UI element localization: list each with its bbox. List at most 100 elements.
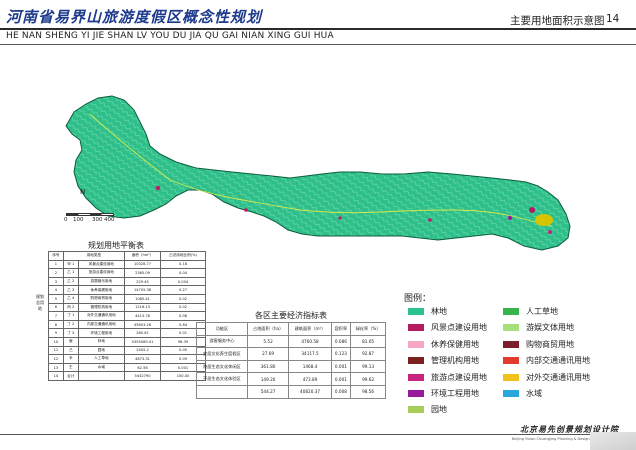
table-cell: 旅游点建设用地 <box>77 268 125 278</box>
table-header: 绿化率（%） <box>350 322 386 336</box>
table-cell: 辛 <box>62 354 79 364</box>
table-cell: 0.18 <box>160 259 206 270</box>
table-header: 用地类型 <box>62 251 125 261</box>
table-row: 13 壬水域 62.56 0.001 <box>48 362 206 373</box>
legend-swatch <box>408 340 424 348</box>
legend-label: 风景点建设用地 <box>431 323 487 333</box>
table-cell: 62.56 <box>123 362 162 373</box>
table-header: 功能区 <box>196 322 248 336</box>
table-cell: 管理机构用地 <box>77 302 125 313</box>
table-cell: 0.02 <box>160 302 206 313</box>
scale-label: 300 <box>92 217 103 223</box>
legend-label: 水域 <box>526 389 542 398</box>
table-cell: 10328.77 <box>123 259 162 270</box>
legend-item: 休养保健用地 <box>408 339 479 350</box>
table-row: 7丁 1 对外交通通讯用地 4413.78 0.08 <box>48 311 206 321</box>
table-cell: 5 <box>48 293 64 304</box>
map-terrain <box>65 95 571 251</box>
legend-swatch <box>503 340 519 348</box>
table-cell: 99.62 <box>350 372 386 386</box>
page: 河南省易界山旅游度假区概念性规划 主要用地面积示意图 14 HE NAN SHE… <box>0 0 636 450</box>
table-cell: 0.08 <box>160 311 206 321</box>
table-cell: 0.04 <box>160 268 206 278</box>
legend-item: 园地 <box>408 404 447 415</box>
legend-item: 购物商贸用地 <box>503 339 574 350</box>
legend-item: 风景点建设用地 <box>408 322 487 333</box>
scale-label: 400 <box>104 217 115 223</box>
table-cell: 乙 2 <box>62 276 79 287</box>
legend-swatch <box>408 406 424 414</box>
table-cell: 361.80 <box>246 359 290 374</box>
table-cell: 5442790 <box>123 371 162 381</box>
map-poi <box>338 216 342 220</box>
legend-swatch <box>408 308 424 315</box>
land-balance-table: 序号 用地类型 面积（hm²） 占总用地比例(%) 1甲 1 风景点建设用地 103… <box>48 251 206 381</box>
legend-label: 内部交通通讯用地 <box>526 356 590 366</box>
table-cell: 2365.09 <box>123 268 162 278</box>
table-cell: 0.001 <box>330 359 352 374</box>
table-cell: 乙 1 <box>62 268 79 278</box>
table-row: 4乙 3 休养保健用地 14705.38 0.27 <box>48 285 206 295</box>
table-header-row: 序号 用地类型 面积（hm²） 占总用地比例(%) <box>48 251 206 261</box>
legend-label: 休养保健用地 <box>431 339 479 349</box>
table-header: 建筑面积（m²） <box>288 322 332 336</box>
table-cell: 庚 <box>62 336 79 347</box>
table-cell: 1216.13 <box>123 302 162 313</box>
map-reservoir <box>535 214 553 226</box>
legend-swatch <box>503 324 519 332</box>
table-row: 不居生态文化体验区 149.26 473.89 0.001 99.62 <box>196 372 386 386</box>
legend-item: 旅游点建设用地 <box>408 372 487 383</box>
table-row: 9丁 3 环境工程用地 280.61 0.01 <box>48 328 206 338</box>
legend-swatch <box>408 390 424 397</box>
table-cell: 林地 <box>77 336 125 347</box>
table-row: 8丁 2 内部交通通讯用地 45603.26 0.84 <box>48 319 206 330</box>
legend-swatch <box>503 390 519 397</box>
table-row: 游客服务中心 5.52 4760.58 0.086 81.05 <box>196 334 386 349</box>
legend-swatch <box>503 373 519 381</box>
legend-item: 内部交通通讯用地 <box>503 355 590 366</box>
table-row: 安居文化养生度假区 27.69 34117.5 0.123 92.87 <box>196 347 386 361</box>
pinyin-title: HE NAN SHENG YI JIE SHAN LV YOU DU JIA Q… <box>6 31 334 41</box>
table-row: 10 庚林地 5355089.41 98.39 <box>48 336 206 347</box>
table-cell: 10 <box>48 336 64 347</box>
legend-swatch <box>503 308 519 315</box>
table-cell: 13 <box>48 362 64 373</box>
legend-item: 管理机构用地 <box>408 355 479 366</box>
table-cell: 1468.4 <box>288 359 332 374</box>
table-cell: 乙 3 <box>62 285 79 295</box>
table-cell: 人工草地 <box>77 354 125 364</box>
table-cell: 4873.31 <box>123 354 162 364</box>
table-header-row: 功能区 占地面积（ha） 建筑面积（m²） 容积率 绿化率（%） <box>196 322 386 336</box>
table-cell: 乙 4 <box>62 293 79 304</box>
north-arrow: N <box>80 188 86 196</box>
table-cell: 对外交通通讯用地 <box>77 311 125 321</box>
legend-label: 环境工程用地 <box>431 389 479 398</box>
table-cell: 游憩娱乐用地 <box>77 276 125 287</box>
table-cell: 99.13 <box>350 359 386 374</box>
table-header: 容积率 <box>330 322 352 336</box>
table-cell: 休养保健用地 <box>77 285 125 295</box>
table-cell: 内部交通通讯用地 <box>77 319 125 330</box>
table-cell: 14705.38 <box>123 285 162 295</box>
legend-item: 对外交通通讯用地 <box>503 372 590 383</box>
table-cell: 水域 <box>77 362 125 373</box>
legend-swatch <box>503 357 519 365</box>
table-cell: 92.87 <box>350 347 386 361</box>
table-header: 占总用地比例(%) <box>160 251 206 261</box>
legend-label: 购物商贸用地 <box>526 339 574 349</box>
map-poi <box>155 185 161 191</box>
table-cell <box>196 384 248 399</box>
table-cell: 280.61 <box>123 328 162 338</box>
legend-label: 管理机构用地 <box>431 356 479 366</box>
table-cell: 0.27 <box>160 285 206 295</box>
table-cell: 7 <box>48 311 64 321</box>
table-cell: 购物商贸用地 <box>77 293 125 304</box>
table-cell: 园地 <box>77 345 125 356</box>
econ-index-table: 功能区 占地面积（ha） 建筑面积（m²） 容积率 绿化率（%） 游客服务中心 5… <box>196 322 386 399</box>
table-cell: 4 <box>48 285 64 295</box>
table-cell: 473.89 <box>288 372 332 386</box>
table-cell: 4413.78 <box>123 311 162 321</box>
table-cell: 合计 <box>62 371 79 381</box>
scale-label: 0 <box>64 217 68 223</box>
legend-swatch <box>408 324 424 332</box>
